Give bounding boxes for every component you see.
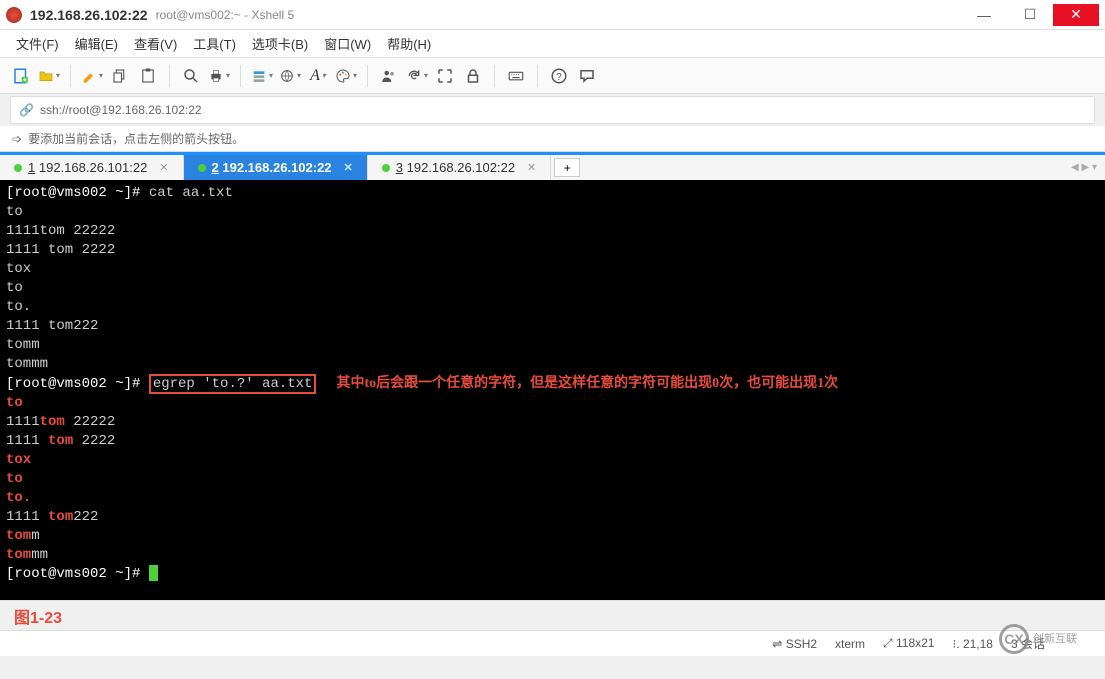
add-tab-button[interactable]: +	[554, 158, 580, 177]
link-icon: 🔗	[19, 103, 34, 117]
title-subtitle: root@vms002:~ - Xshell 5	[156, 8, 295, 22]
refresh-icon[interactable]	[406, 65, 428, 87]
properties-icon[interactable]	[251, 65, 273, 87]
hint-text: 要添加当前会话，点击左侧的箭头按钮。	[28, 130, 244, 147]
menu-view[interactable]: 查看(V)	[130, 32, 181, 55]
print-icon[interactable]	[208, 65, 230, 87]
new-file-icon[interactable]	[10, 65, 32, 87]
menu-window[interactable]: 窗口(W)	[320, 32, 375, 55]
toolbar: A ?	[0, 58, 1105, 94]
users-icon[interactable]	[378, 65, 400, 87]
menu-help[interactable]: 帮助(H)	[383, 32, 435, 55]
menu-edit[interactable]: 编辑(E)	[71, 32, 122, 55]
status-protocol: ⇌ SSH2	[772, 637, 817, 651]
status-bar: ⇌ SSH2 xterm ⤢ 118x21 ⁝. 21,18 3 会话	[0, 630, 1105, 656]
status-cursor-pos: ⁝. 21,18	[952, 637, 993, 651]
status-dot-icon	[198, 164, 206, 172]
close-icon[interactable]: ✕	[527, 161, 536, 174]
keyboard-icon[interactable]	[505, 65, 527, 87]
menu-tabs[interactable]: 选项卡(B)	[248, 32, 312, 55]
maximize-button[interactable]: ☐	[1007, 4, 1053, 26]
comment-icon[interactable]	[576, 65, 598, 87]
fullscreen-icon[interactable]	[434, 65, 456, 87]
status-dot-icon	[382, 164, 390, 172]
tab-session-1[interactable]: 1 192.168.26.101:22 ✕	[0, 155, 184, 180]
figure-label: 图1-23	[0, 600, 1105, 630]
lock-icon[interactable]	[462, 65, 484, 87]
hint-bar: ➩ 要添加当前会话，点击左侧的箭头按钮。	[0, 126, 1105, 152]
arrow-icon[interactable]: ➩	[12, 132, 22, 146]
status-size: ⤢ 118x21	[883, 636, 934, 651]
session-tabbar: 1 192.168.26.101:22 ✕ 2 192.168.26.102:2…	[0, 152, 1105, 180]
address-bar[interactable]: 🔗 ssh://root@192.168.26.102:22	[10, 96, 1095, 124]
svg-text:?: ?	[556, 71, 562, 82]
close-button[interactable]: ✕	[1053, 4, 1099, 26]
close-icon[interactable]: ✕	[159, 161, 168, 174]
menu-tools[interactable]: 工具(T)	[189, 32, 240, 55]
terminal[interactable]: [root@vms002 ~]# cat aa.txtto1111tom 222…	[0, 180, 1105, 600]
tab-session-2[interactable]: 2 192.168.26.102:22 ✕	[184, 155, 368, 180]
search-icon[interactable]	[180, 65, 202, 87]
tab-session-3[interactable]: 3 192.168.26.102:22 ✕	[368, 155, 552, 180]
font-icon[interactable]: A	[307, 65, 329, 87]
address-url: ssh://root@192.168.26.102:22	[40, 103, 202, 117]
window-titlebar: 192.168.26.102:22 root@vms002:~ - Xshell…	[0, 0, 1105, 30]
copy-icon[interactable]	[109, 65, 131, 87]
globe-icon[interactable]	[279, 65, 301, 87]
paste-icon[interactable]	[137, 65, 159, 87]
highlight-icon[interactable]	[81, 65, 103, 87]
app-icon	[6, 7, 22, 23]
palette-icon[interactable]	[335, 65, 357, 87]
watermark-text: 创新互联	[1033, 633, 1077, 645]
folder-icon[interactable]	[38, 65, 60, 87]
watermark-logo: CX	[999, 624, 1029, 654]
minimize-button[interactable]: —	[961, 4, 1007, 26]
close-icon[interactable]: ✕	[344, 161, 353, 174]
menu-file[interactable]: 文件(F)	[12, 32, 63, 55]
title-host: 192.168.26.102:22	[30, 7, 148, 23]
status-dot-icon	[14, 164, 22, 172]
help-icon[interactable]: ?	[548, 65, 570, 87]
watermark: CX 创新互联	[999, 621, 1099, 657]
tab-nav[interactable]: ◀ ▶ ▾	[1063, 155, 1105, 180]
menu-bar: 文件(F) 编辑(E) 查看(V) 工具(T) 选项卡(B) 窗口(W) 帮助(…	[0, 30, 1105, 58]
status-termtype: xterm	[835, 637, 865, 651]
